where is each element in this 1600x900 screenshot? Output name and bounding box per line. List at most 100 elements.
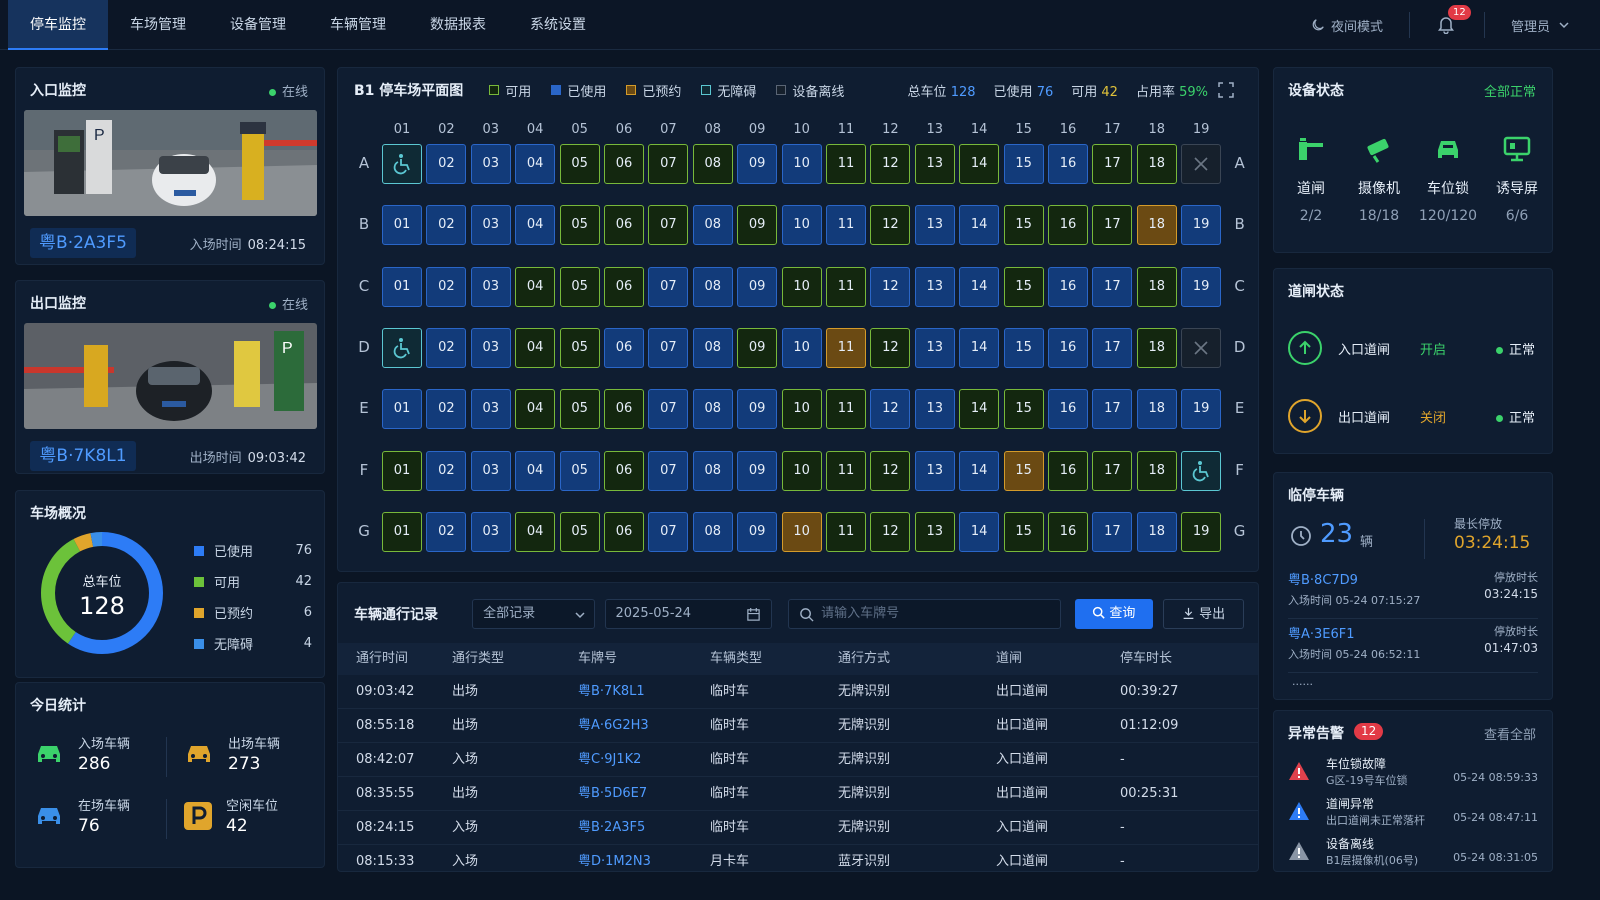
parking-slot[interactable]: 06: [604, 389, 644, 430]
parking-slot[interactable]: 11: [826, 205, 866, 246]
parking-slot[interactable]: 06: [604, 327, 644, 368]
plate-link[interactable]: 粤A·6G2H3: [578, 709, 710, 742]
parking-slot[interactable]: 04: [515, 266, 556, 307]
parking-slot[interactable]: 05: [559, 327, 600, 368]
parking-slot[interactable]: 03: [470, 450, 511, 491]
parking-slot[interactable]: 04: [515, 144, 556, 184]
table-row[interactable]: 08:15:33 入场 粤D·1M2N3 月卡车 蓝牙识别 入口道闸 -: [338, 845, 1258, 871]
parking-slot[interactable]: 17: [1092, 389, 1133, 430]
parking-slot[interactable]: 07: [648, 266, 689, 307]
plate-search-input[interactable]: 请输入车牌号: [788, 599, 1061, 629]
parking-slot[interactable]: 04: [515, 511, 556, 552]
parking-slot[interactable]: 09: [737, 450, 778, 491]
plate-link[interactable]: 粤D·1M2N3: [578, 845, 710, 871]
parking-slot[interactable]: 13: [914, 266, 955, 307]
parking-slot[interactable]: 18: [1136, 389, 1177, 430]
parking-slot[interactable]: 12: [870, 450, 911, 491]
parking-slot[interactable]: 09: [737, 144, 778, 184]
parking-slot[interactable]: 12: [870, 266, 911, 307]
parking-slot[interactable]: 07: [648, 205, 689, 246]
parking-slot[interactable]: 11: [826, 266, 866, 307]
parking-slot[interactable]: 11: [826, 389, 866, 430]
parking-slot[interactable]: 05: [559, 266, 600, 307]
parking-slot[interactable]: 18: [1136, 511, 1177, 552]
parking-slot[interactable]: 16: [1048, 266, 1088, 307]
parking-slot[interactable]: 14: [959, 266, 1000, 307]
parking-slot[interactable]: 16: [1048, 205, 1088, 246]
parking-slot[interactable]: 03: [470, 266, 511, 307]
parking-slot[interactable]: 16: [1048, 511, 1088, 552]
parking-slot[interactable]: 15: [1003, 266, 1044, 307]
parking-slot[interactable]: 19: [1181, 389, 1222, 430]
parking-slot[interactable]: 16: [1048, 144, 1088, 184]
parking-slot[interactable]: [382, 327, 422, 368]
parking-slot[interactable]: 10: [781, 266, 822, 307]
table-row[interactable]: 08:55:18 出场 粤A·6G2H3 临时车 无牌识别 出口道闸 01:12:09: [338, 709, 1258, 743]
parking-slot[interactable]: 18: [1136, 327, 1177, 368]
parking-slot[interactable]: 03: [470, 205, 511, 246]
parking-slot[interactable]: 17: [1092, 511, 1133, 552]
parking-slot[interactable]: 04: [515, 450, 556, 491]
parking-slot[interactable]: 06: [604, 144, 644, 184]
parking-slot[interactable]: 16: [1048, 389, 1088, 430]
parking-slot[interactable]: 02: [426, 144, 467, 184]
parking-slot[interactable]: 14: [959, 205, 1000, 246]
parking-slot[interactable]: 09: [737, 327, 778, 368]
parking-slot[interactable]: 15: [1003, 389, 1044, 430]
parking-slot[interactable]: 15: [1003, 511, 1044, 552]
parking-slot[interactable]: 19: [1181, 511, 1222, 552]
parking-slot[interactable]: 10: [781, 389, 822, 430]
parking-slot[interactable]: 05: [559, 450, 600, 491]
parking-slot[interactable]: 17: [1092, 450, 1133, 491]
parking-slot[interactable]: 10: [781, 205, 822, 246]
parking-slot[interactable]: 11: [826, 511, 866, 552]
parking-slot[interactable]: 10: [781, 511, 822, 552]
table-row[interactable]: 09:03:42 出场 粤B·7K8L1 临时车 无牌识别 出口道闸 00:39:27: [338, 675, 1258, 709]
parking-slot[interactable]: 18: [1136, 205, 1177, 246]
parking-slot[interactable]: 08: [692, 511, 733, 552]
parking-slot[interactable]: 04: [515, 389, 556, 430]
parking-slot[interactable]: 02: [426, 266, 467, 307]
temp-vehicle-item[interactable]: 粤A·3E6F1 入场时间 05-24 06:52:11 停放时长 01:47:…: [1288, 623, 1538, 673]
parking-slot[interactable]: 02: [426, 450, 467, 491]
parking-slot[interactable]: 12: [870, 327, 911, 368]
parking-slot[interactable]: 06: [604, 450, 644, 491]
view-all-link[interactable]: 查看全部: [1484, 724, 1536, 743]
parking-slot[interactable]: 12: [870, 389, 911, 430]
parking-slot[interactable]: 03: [470, 327, 511, 368]
parking-slot[interactable]: 13: [914, 327, 955, 368]
nav-device-management[interactable]: 设备管理: [208, 0, 308, 50]
parking-slot[interactable]: 08: [692, 450, 733, 491]
parking-slot[interactable]: 01: [382, 450, 422, 491]
date-picker[interactable]: 2025-05-24: [604, 599, 773, 629]
nav-vehicle-management[interactable]: 车辆管理: [308, 0, 408, 50]
parking-slot[interactable]: 18: [1136, 144, 1177, 184]
parking-slot[interactable]: 05: [559, 144, 600, 184]
parking-slot[interactable]: 08: [692, 389, 733, 430]
record-filter-select[interactable]: 全部记录: [472, 599, 595, 629]
parking-slot[interactable]: 17: [1092, 327, 1133, 368]
notification-button[interactable]: 12: [1436, 5, 1471, 36]
parking-slot[interactable]: 07: [648, 450, 689, 491]
parking-slot[interactable]: [1181, 144, 1222, 184]
parking-slot[interactable]: 05: [559, 511, 600, 552]
parking-slot[interactable]: 08: [692, 144, 733, 184]
parking-slot[interactable]: 10: [781, 450, 822, 491]
parking-slot[interactable]: 13: [914, 450, 955, 491]
parking-slot[interactable]: 15: [1003, 144, 1044, 184]
parking-slot[interactable]: 10: [781, 144, 822, 184]
parking-slot[interactable]: 13: [914, 144, 955, 184]
parking-slot[interactable]: 03: [470, 144, 511, 184]
parking-slot[interactable]: 09: [737, 205, 778, 246]
nav-parking-monitor[interactable]: 停车监控: [8, 0, 108, 50]
table-row[interactable]: 08:35:55 出场 粤B·5D6E7 临时车 无牌识别 出口道闸 00:25:31: [338, 777, 1258, 811]
parking-slot[interactable]: 06: [604, 511, 644, 552]
parking-slot[interactable]: 07: [648, 511, 689, 552]
nav-lot-management[interactable]: 车场管理: [108, 0, 208, 50]
query-button[interactable]: 查询: [1074, 599, 1154, 629]
alarm-item[interactable]: 设备离线 B1层摄像机(06号) 05-24 08:31:05: [1288, 835, 1538, 875]
user-menu[interactable]: 管理员: [1511, 16, 1570, 35]
parking-slot[interactable]: 02: [426, 205, 467, 246]
parking-slot[interactable]: 05: [559, 205, 600, 246]
parking-slot[interactable]: 08: [692, 327, 733, 368]
